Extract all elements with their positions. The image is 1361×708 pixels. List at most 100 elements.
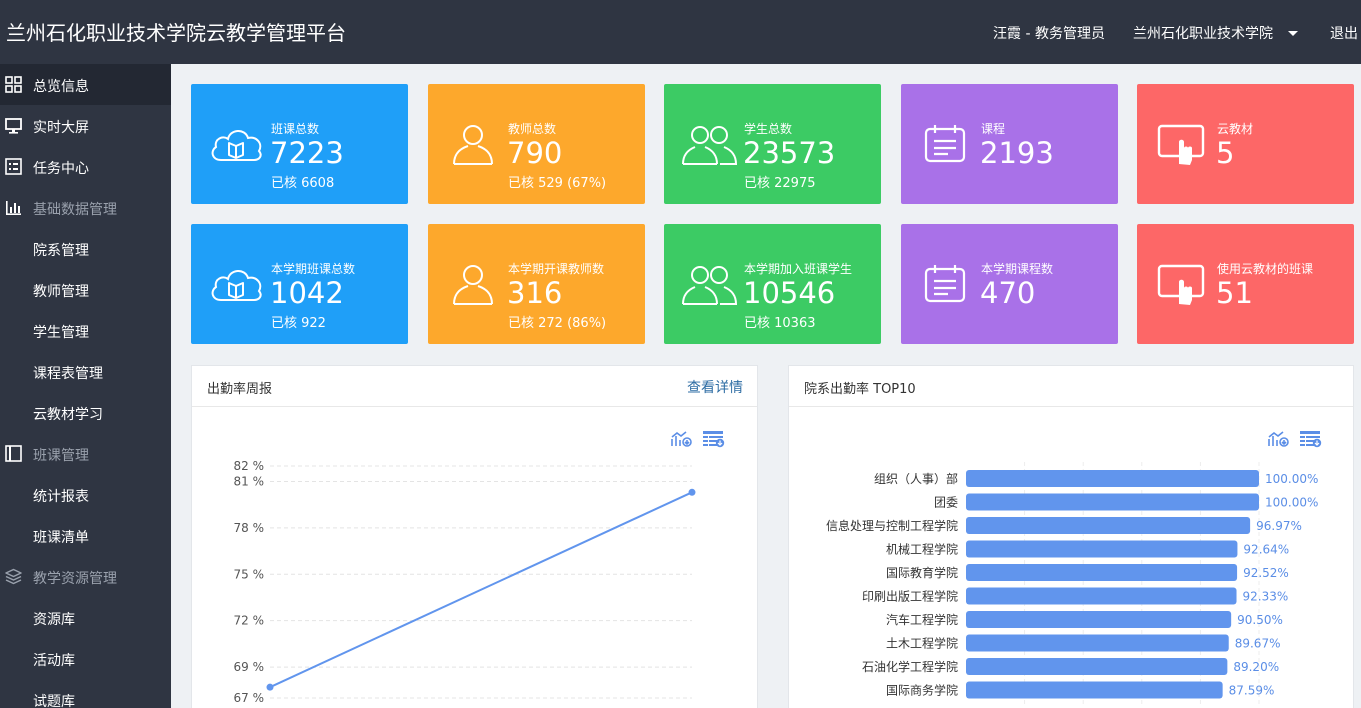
y-tick-label: 67 % — [234, 691, 265, 705]
sidebar-item-label: 云教材学习 — [33, 407, 103, 423]
sidebar-group-basic-data[interactable]: 基础数据管理 — [0, 187, 171, 228]
bar — [966, 493, 1259, 511]
card-subtext: 已核 10363 — [744, 316, 816, 331]
card-title: 本学期课程数 — [981, 262, 1054, 276]
grid-icon — [5, 76, 22, 93]
logout-button[interactable]: 退出 — [1330, 23, 1358, 43]
people-icon — [682, 126, 738, 165]
sidebar-item-overview[interactable]: 总览信息 — [0, 64, 171, 105]
sidebar-item-label: 活动库 — [33, 653, 75, 669]
bar-chart-icon — [6, 201, 21, 215]
category-label: 机械工程学院 — [886, 542, 958, 557]
stat-card-term-teachers[interactable]: 本学期开课教师数 316 已核 272 (86%) — [428, 224, 645, 344]
card-title: 云教材 — [1217, 122, 1254, 136]
sidebar-item-label: 课程表管理 — [33, 366, 103, 382]
sidebar-group-class-management[interactable]: 班课管理 — [0, 433, 171, 474]
department-attendance-bar-chart: 组织（人事）部 100.00% 团委 100.00% 信息处理与控制工程学院 96.97%… — [826, 462, 1318, 705]
card-value: 51 — [1216, 276, 1253, 310]
bar — [966, 611, 1232, 628]
sidebar-group-teaching-resources[interactable]: 教学资源管理 — [0, 556, 171, 597]
sidebar-item-label: 实时大屏 — [33, 120, 89, 136]
sidebar-item-label: 任务中心 — [33, 161, 89, 177]
sidebar-item-statistics[interactable]: 统计报表 — [0, 474, 171, 515]
data-label: 90.50% — [1237, 613, 1283, 627]
monitor-icon — [5, 118, 22, 134]
y-tick-label: 75 % — [234, 567, 265, 581]
sidebar-item-realtime-screen[interactable]: 实时大屏 — [0, 105, 171, 146]
sidebar-item-students[interactable]: 学生管理 — [0, 310, 171, 351]
y-tick-label: 72 % — [234, 614, 265, 628]
category-label: 印刷出版工程学院 — [862, 589, 958, 604]
chevron-down-icon[interactable] — [1288, 31, 1298, 36]
sidebar-item-activity-library[interactable]: 活动库 — [0, 638, 171, 679]
category-label: 组织（人事）部 — [874, 471, 958, 486]
book-icon — [5, 445, 22, 462]
sidebar-item-timetable[interactable]: 课程表管理 — [0, 351, 171, 392]
data-label: 89.67% — [1235, 637, 1281, 651]
card-subtext: 已核 272 (86%) — [508, 316, 607, 331]
card-title: 使用云教材的班课 — [1217, 262, 1314, 276]
card-value: 1042 — [270, 276, 344, 310]
card-value: 790 — [507, 136, 563, 170]
panel-title: 院系出勤率 TOP10 — [804, 382, 916, 397]
y-tick-label: 81 % — [234, 474, 265, 488]
bar — [966, 470, 1259, 487]
attendance-line-chart: 82 %81 % 78 % 75 % 72 % 69 % 67 % — [234, 459, 696, 705]
panel-header: 院系出勤率 TOP10 — [789, 366, 1353, 407]
org-dropdown[interactable]: 兰州石化职业技术学院 — [1133, 23, 1273, 43]
card-value: 23573 — [743, 136, 836, 170]
stat-card-textbook-classes[interactable]: 使用云教材的班课 51 — [1137, 224, 1354, 344]
card-title: 班课总数 — [271, 122, 320, 136]
calendar-icon — [924, 265, 966, 303]
data-label: 100.00% — [1265, 472, 1318, 486]
card-subtext: 已核 6608 — [271, 176, 335, 191]
bar — [966, 517, 1251, 534]
view-details-link[interactable]: 查看详情 — [687, 377, 743, 397]
sidebar-item-teachers[interactable]: 教师管理 — [0, 269, 171, 310]
category-label: 汽车工程学院 — [886, 612, 958, 627]
stat-card-teachers[interactable]: 教师总数 790 已核 529 (67%) — [428, 84, 645, 204]
sidebar-item-cloud-textbook[interactable]: 云教材学习 — [0, 392, 171, 433]
stat-card-term-students[interactable]: 本学期加入班课学生 10546 已核 10363 — [664, 224, 881, 344]
sidebar-item-task-center[interactable]: 任务中心 — [0, 146, 171, 187]
category-label: 国际教育学院 — [886, 565, 958, 580]
layers-icon — [5, 568, 22, 585]
card-title: 课程 — [981, 122, 1006, 136]
data-label: 89.20% — [1233, 660, 1279, 674]
sidebar-item-class-list[interactable]: 班课清单 — [0, 515, 171, 556]
category-label: 信息处理与控制工程学院 — [826, 518, 958, 533]
bar — [966, 681, 1223, 699]
sidebar-item-label: 学生管理 — [33, 325, 89, 341]
card-value: 10546 — [743, 276, 836, 310]
stat-card-students[interactable]: 学生总数 23573 已核 22975 — [664, 84, 881, 204]
category-label: 国际商务学院 — [886, 683, 958, 698]
bar — [966, 658, 1228, 675]
data-label: 96.97% — [1256, 519, 1302, 533]
department-attendance-top10-panel: 院系出勤率 TOP10 组织（人事）部 100.00% 团委 100.00% 信息处理与… — [788, 365, 1354, 708]
bar — [966, 587, 1237, 605]
sidebar-item-label: 教师管理 — [33, 284, 89, 300]
sidebar-item-resource-library[interactable]: 资源库 — [0, 597, 171, 638]
data-point — [688, 488, 696, 496]
top-bar: 兰州石化职业技术学院云教学管理平台 汪霞 - 教务管理员 兰州石化职业技术学院 … — [0, 0, 1361, 64]
stat-card-courses[interactable]: 课程 2193 — [901, 84, 1118, 204]
sidebar-item-question-bank[interactable]: 试题库 — [0, 679, 171, 708]
stat-card-term-courses[interactable]: 本学期课程数 470 — [901, 224, 1118, 344]
sidebar-item-departments[interactable]: 院系管理 — [0, 228, 171, 269]
user-name[interactable]: 汪霞 - 教务管理员 — [993, 23, 1105, 43]
card-value: 7223 — [270, 136, 344, 170]
sidebar-item-label: 院系管理 — [33, 243, 89, 259]
card-subtext: 已核 22975 — [744, 176, 816, 191]
category-label: 团委 — [934, 496, 958, 510]
card-title: 本学期班课总数 — [271, 262, 356, 276]
card-title: 教师总数 — [508, 122, 557, 136]
sidebar: 总览信息 实时大屏 任务中心 基础数据管理 院系管理 教师管理 学生管理 课程表… — [0, 64, 171, 708]
calendar-icon — [924, 125, 966, 163]
stat-card-classes[interactable]: 班课总数 7223 已核 6608 — [191, 84, 408, 204]
stat-card-term-classes[interactable]: 本学期班课总数 1042 已核 922 — [191, 224, 408, 344]
stat-card-cloud-textbooks[interactable]: 云教材 5 — [1137, 84, 1354, 204]
series-line — [269, 491, 693, 689]
data-label: 92.64% — [1243, 543, 1289, 557]
sidebar-item-label: 试题库 — [33, 694, 75, 708]
y-tick-label: 69 % — [234, 660, 265, 674]
